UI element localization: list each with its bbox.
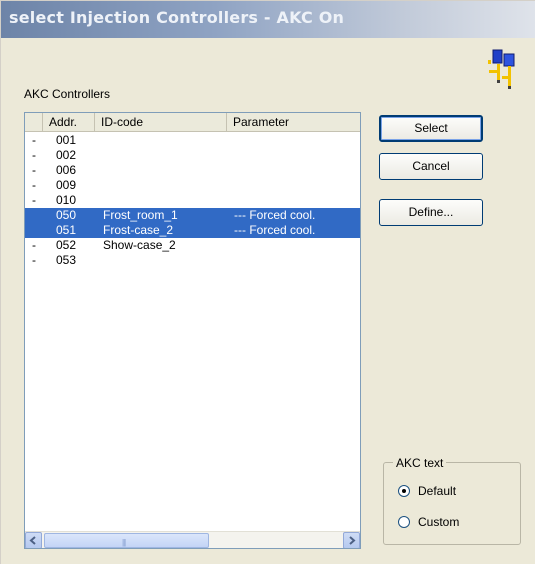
row-marker: - [32, 253, 36, 267]
table-row[interactable]: - 009 [25, 178, 360, 193]
radio-custom-label: Custom [418, 515, 460, 529]
row-addr: 053 [56, 253, 77, 267]
akc-controllers-label: AKC Controllers [24, 87, 111, 101]
scroll-right-button[interactable] [343, 532, 360, 548]
row-addr: 001 [56, 133, 77, 147]
row-marker: - [32, 148, 36, 162]
dialog-window: select Injection Controllers - AKC On AK… [0, 0, 535, 564]
scroll-left-button[interactable] [25, 532, 42, 548]
radio-default-circle[interactable] [398, 485, 410, 497]
row-id-code: Show-case_2 [103, 238, 176, 252]
table-row[interactable]: - 001 [25, 133, 360, 148]
column-header-marker[interactable] [25, 113, 43, 131]
table-row[interactable]: - 006 [25, 163, 360, 178]
row-addr: 050 [56, 208, 77, 222]
table-row[interactable]: - 002 [25, 148, 360, 163]
table-row[interactable]: 050 Frost_room_1 --- Forced cool. [25, 208, 360, 223]
akc-text-groupbox [383, 462, 521, 545]
arrow-left-icon [29, 536, 36, 545]
row-id-code: Frost-case_2 [103, 223, 174, 237]
horizontal-scrollbar[interactable]: ||| [25, 531, 360, 548]
table-row[interactable]: - 010 [25, 193, 360, 208]
column-header-addr[interactable]: Addr. [43, 113, 95, 131]
list-header: Addr. ID-code Parameter [25, 113, 360, 132]
akc-text-label: AKC text [393, 456, 447, 470]
title-bar[interactable]: select Injection Controllers - AKC On [1, 1, 535, 38]
row-marker: - [32, 163, 36, 177]
controllers-network-icon [488, 49, 515, 89]
radio-default-label: Default [418, 484, 457, 498]
radio-custom-circle[interactable] [398, 516, 410, 528]
row-addr: 051 [56, 223, 77, 237]
cancel-button[interactable]: Cancel [379, 153, 483, 180]
scroll-thumb[interactable]: ||| [44, 533, 209, 548]
scroll-grip: ||| [122, 538, 126, 547]
row-addr: 006 [56, 163, 77, 177]
table-row[interactable]: - 053 [25, 253, 360, 268]
row-parameter: --- Forced cool. [234, 223, 316, 237]
select-button[interactable]: Select [379, 115, 483, 142]
row-id-code: Frost_room_1 [103, 208, 178, 222]
arrow-right-icon [349, 536, 356, 545]
radio-default-dot [402, 489, 406, 493]
define-button[interactable]: Define... [379, 199, 483, 226]
column-header-parameter[interactable]: Parameter [227, 113, 360, 131]
row-addr: 052 [56, 238, 77, 252]
row-marker: - [32, 133, 36, 147]
row-addr: 010 [56, 193, 77, 207]
window-title: select Injection Controllers - AKC On [9, 8, 345, 27]
list-body: - 001 - 002 - 006 - 009 - 010 050 Frost_room_1 --- F… [25, 133, 360, 268]
row-marker: - [32, 238, 36, 252]
row-parameter: --- Forced cool. [234, 208, 316, 222]
row-marker: - [32, 178, 36, 192]
table-row[interactable]: - 052 Show-case_2 [25, 238, 360, 253]
row-marker: - [32, 193, 36, 207]
column-header-id-code[interactable]: ID-code [95, 113, 227, 131]
row-addr: 002 [56, 148, 77, 162]
controllers-listview[interactable]: Addr. ID-code Parameter - 001 - 002 - 006 - 009… [24, 112, 361, 549]
row-addr: 009 [56, 178, 77, 192]
table-row[interactable]: 051 Frost-case_2 --- Forced cool. [25, 223, 360, 238]
